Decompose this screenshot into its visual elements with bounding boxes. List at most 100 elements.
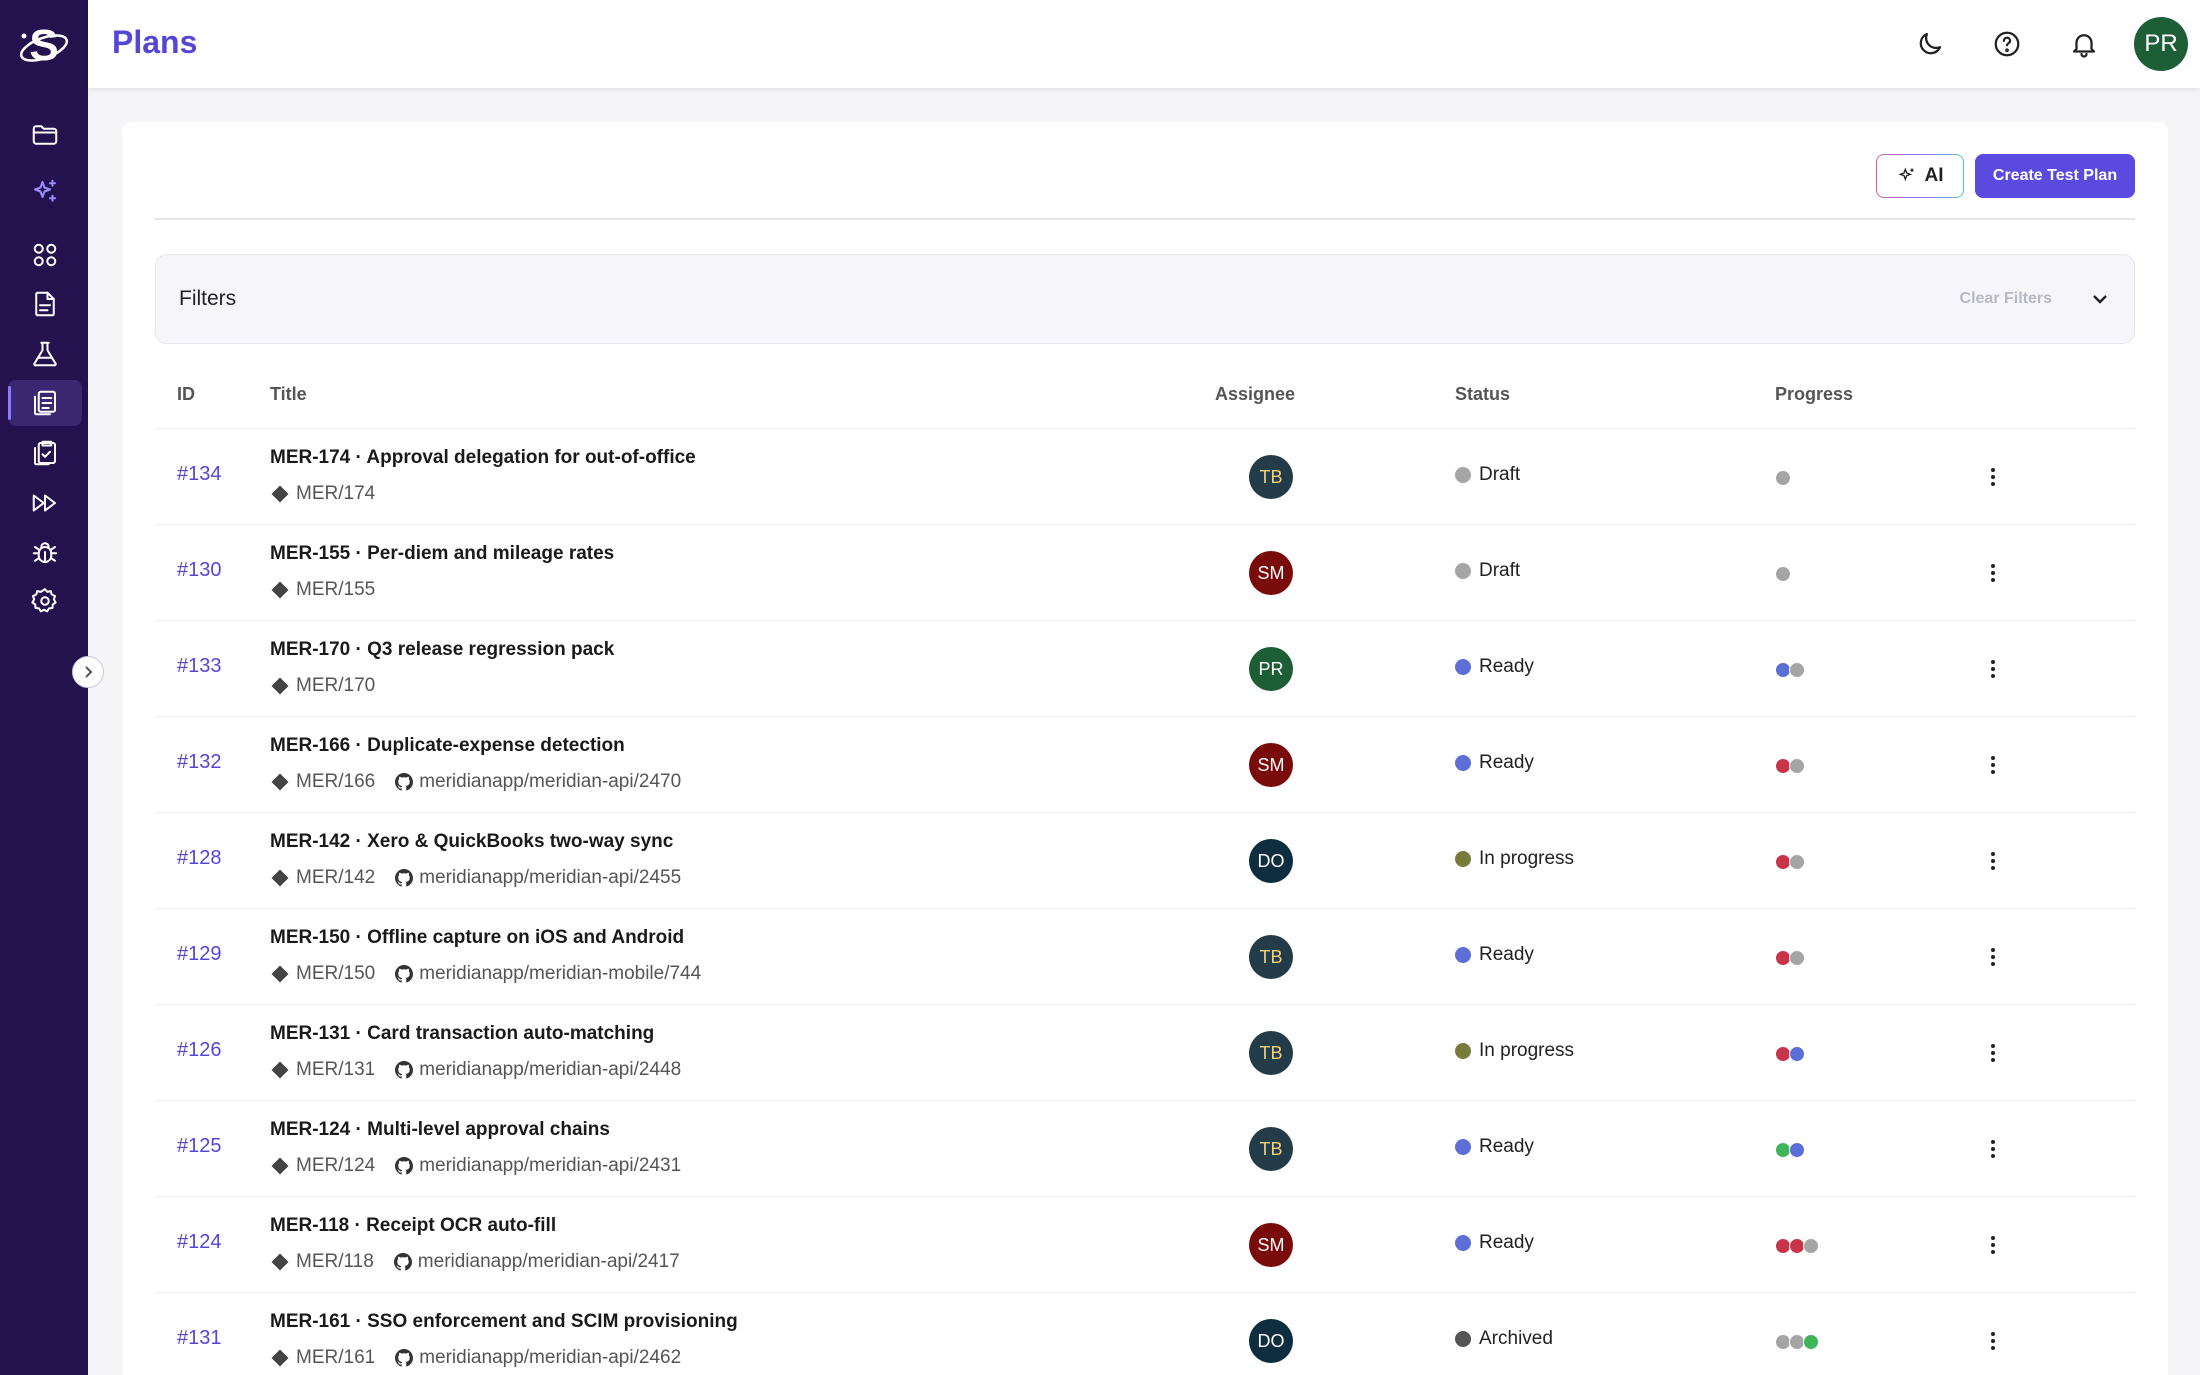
column-header-assignee[interactable]: Assignee — [1215, 384, 1295, 405]
issue-reference[interactable]: MER/142 — [270, 867, 375, 889]
assignee-avatar[interactable]: TB — [1249, 935, 1293, 979]
plan-id-link[interactable]: #133 — [177, 655, 222, 678]
row-actions-button[interactable] — [1981, 1233, 2005, 1257]
dark-mode-toggle[interactable] — [1908, 22, 1952, 66]
status-dot — [1455, 1235, 1471, 1251]
clear-filters-button[interactable]: Clear Filters — [1960, 290, 2052, 308]
plan-id-link[interactable]: #129 — [177, 943, 222, 966]
grid-icon — [33, 243, 57, 267]
nav-runs[interactable] — [8, 430, 82, 476]
table-row[interactable]: #131 MER-161 · SSO enforcement and SCIM … — [155, 1292, 2135, 1375]
issue-reference[interactable]: MER/155 — [270, 579, 375, 601]
assignee-avatar[interactable]: SM — [1249, 551, 1293, 595]
status-dot — [1455, 1139, 1471, 1155]
assignee-avatar[interactable]: DO — [1249, 839, 1293, 883]
assignee-avatar[interactable]: TB — [1249, 455, 1293, 499]
assignee-avatar[interactable]: TB — [1249, 1127, 1293, 1171]
ai-button[interactable]: AI — [1876, 154, 1964, 198]
kebab-dot — [1991, 1044, 1995, 1048]
issue-reference[interactable]: MER/118 — [270, 1251, 374, 1273]
plan-id-link[interactable]: #131 — [177, 1327, 222, 1350]
plan-title[interactable]: MER-170 · Q3 release regression pack — [270, 639, 614, 661]
filters-toggle[interactable] — [2088, 287, 2112, 311]
table-row[interactable]: #128 MER-142 · Xero & QuickBooks two-way… — [155, 812, 2135, 908]
progress-indicator — [1775, 470, 1791, 486]
column-header-id[interactable]: ID — [177, 384, 195, 405]
assignee-avatar[interactable]: PR — [1249, 647, 1293, 691]
plan-references: MER/170 — [270, 675, 375, 697]
row-actions-button[interactable] — [1981, 753, 2005, 777]
column-header-title[interactable]: Title — [270, 384, 307, 405]
plan-id-link[interactable]: #124 — [177, 1231, 222, 1254]
plan-title[interactable]: MER-161 · SSO enforcement and SCIM provi… — [270, 1311, 738, 1333]
user-avatar[interactable]: PR — [2134, 17, 2188, 71]
issue-reference[interactable]: MER/131 — [270, 1059, 375, 1081]
row-actions-button[interactable] — [1981, 465, 2005, 489]
plan-title[interactable]: MER-174 · Approval delegation for out-of… — [270, 447, 696, 469]
plan-id-link[interactable]: #125 — [177, 1135, 222, 1158]
nav-dashboard[interactable] — [8, 232, 82, 278]
plan-title[interactable]: MER-118 · Receipt OCR auto-fill — [270, 1215, 556, 1237]
issue-reference[interactable]: MER/174 — [270, 483, 375, 505]
plan-id-link[interactable]: #130 — [177, 559, 222, 582]
row-actions-button[interactable] — [1981, 945, 2005, 969]
issue-reference[interactable]: MER/166 — [270, 771, 375, 793]
repo-reference[interactable]: meridianapp/meridian-api/2417 — [393, 1251, 680, 1273]
nav-plans[interactable] — [8, 380, 82, 426]
row-actions-button[interactable] — [1981, 657, 2005, 681]
row-actions-button[interactable] — [1981, 1041, 2005, 1065]
repo-reference[interactable]: meridianapp/meridian-api/2431 — [395, 1155, 681, 1177]
plan-id-link[interactable]: #126 — [177, 1039, 222, 1062]
nav-defects[interactable] — [8, 529, 82, 575]
nav-folder[interactable] — [8, 112, 82, 158]
plan-title[interactable]: MER-131 · Card transaction auto-matching — [270, 1023, 654, 1045]
sidebar-expand-button[interactable] — [72, 656, 104, 688]
plan-title[interactable]: MER-142 · Xero & QuickBooks two-way sync — [270, 831, 673, 853]
issue-reference[interactable]: MER/150 — [270, 963, 375, 985]
assignee-avatar[interactable]: SM — [1249, 743, 1293, 787]
issue-reference[interactable]: MER/161 — [270, 1347, 375, 1369]
row-actions-button[interactable] — [1981, 849, 2005, 873]
assignee-avatar[interactable]: DO — [1249, 1319, 1293, 1363]
table-row[interactable]: #134 MER-174 · Approval delegation for o… — [155, 428, 2135, 524]
notifications-button[interactable] — [2062, 22, 2106, 66]
issue-reference[interactable]: MER/124 — [270, 1155, 375, 1177]
row-actions-button[interactable] — [1981, 1329, 2005, 1353]
table-row[interactable]: #133 MER-170 · Q3 release regression pac… — [155, 620, 2135, 716]
nav-tests[interactable] — [8, 331, 82, 377]
plan-title[interactable]: MER-124 · Multi-level approval chains — [270, 1119, 610, 1141]
repo-reference[interactable]: meridianapp/meridian-api/2462 — [395, 1347, 681, 1369]
plan-id-link[interactable]: #132 — [177, 751, 222, 774]
table-row[interactable]: #125 MER-124 · Multi-level approval chai… — [155, 1100, 2135, 1196]
repo-reference[interactable]: meridianapp/meridian-mobile/744 — [395, 963, 701, 985]
plan-title[interactable]: MER-155 · Per-diem and mileage rates — [270, 543, 614, 565]
nav-ai[interactable] — [8, 169, 82, 215]
column-header-progress[interactable]: Progress — [1775, 384, 1853, 405]
create-test-plan-button[interactable]: Create Test Plan — [1975, 154, 2135, 198]
help-button[interactable] — [1985, 22, 2029, 66]
table-row[interactable]: #126 MER-131 · Card transaction auto-mat… — [155, 1004, 2135, 1100]
column-header-status[interactable]: Status — [1455, 384, 1510, 405]
assignee-avatar[interactable]: TB — [1249, 1031, 1293, 1075]
plan-id-link[interactable]: #128 — [177, 847, 222, 870]
status-badge: Draft — [1455, 464, 1520, 486]
app-logo-icon[interactable]: S — [16, 18, 72, 74]
filters-panel[interactable]: Filters Clear Filters — [155, 254, 2135, 344]
issue-reference[interactable]: MER/170 — [270, 675, 375, 697]
repo-reference[interactable]: meridianapp/meridian-api/2470 — [395, 771, 681, 793]
assignee-avatar[interactable]: SM — [1249, 1223, 1293, 1267]
nav-automation[interactable] — [8, 480, 82, 526]
row-actions-button[interactable] — [1981, 561, 2005, 585]
repo-reference[interactable]: meridianapp/meridian-api/2448 — [395, 1059, 681, 1081]
table-row[interactable]: #129 MER-150 · Offline capture on iOS an… — [155, 908, 2135, 1004]
plan-title[interactable]: MER-166 · Duplicate-expense detection — [270, 735, 625, 757]
plan-id-link[interactable]: #134 — [177, 463, 222, 486]
table-row[interactable]: #124 MER-118 · Receipt OCR auto-fill MER… — [155, 1196, 2135, 1292]
table-row[interactable]: #132 MER-166 · Duplicate-expense detecti… — [155, 716, 2135, 812]
repo-reference[interactable]: meridianapp/meridian-api/2455 — [395, 867, 681, 889]
plan-title[interactable]: MER-150 · Offline capture on iOS and And… — [270, 927, 684, 949]
row-actions-button[interactable] — [1981, 1137, 2005, 1161]
nav-documents[interactable] — [8, 281, 82, 327]
table-row[interactable]: #130 MER-155 · Per-diem and mileage rate… — [155, 524, 2135, 620]
nav-settings[interactable] — [8, 578, 82, 624]
